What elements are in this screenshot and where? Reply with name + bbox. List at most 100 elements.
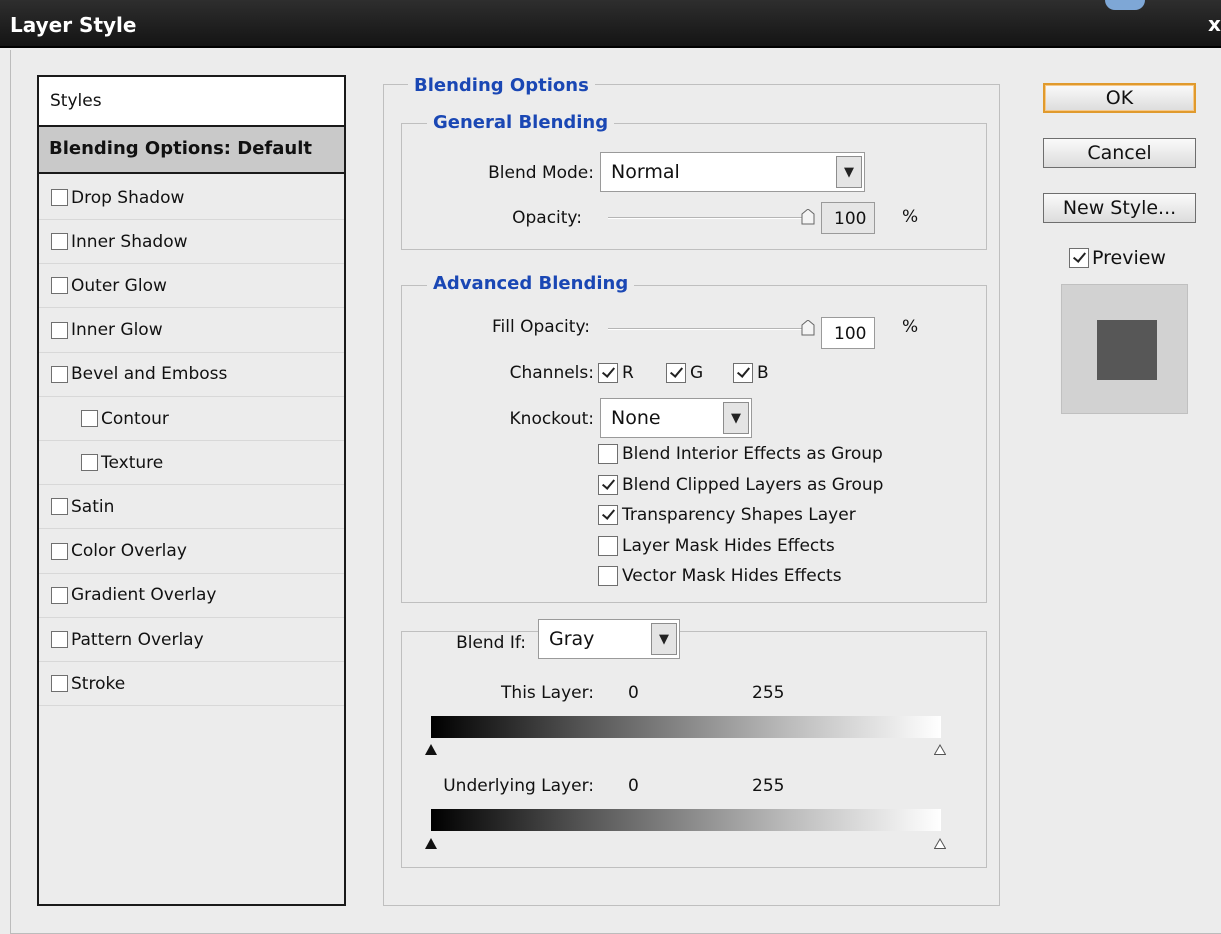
triangle-filled-icon[interactable]	[425, 740, 437, 755]
styles-item-satin[interactable]: Satin	[39, 485, 344, 530]
blend-if-label: Blend If:	[420, 633, 530, 653]
window-title: Layer Style	[10, 13, 137, 37]
styles-item-label: Color Overlay	[71, 541, 187, 562]
checkbox-icon[interactable]	[733, 363, 753, 383]
fill-opacity-input[interactable]: 100	[821, 317, 875, 349]
channel-b[interactable]: B	[733, 363, 769, 383]
checkbox-icon[interactable]	[666, 363, 686, 383]
styles-item-inner-glow[interactable]: Inner Glow	[39, 309, 344, 353]
styles-item-outer-glow[interactable]: Outer Glow	[39, 264, 344, 309]
slider-thumb-icon[interactable]	[801, 320, 815, 336]
blend-mode-value: Normal	[611, 161, 680, 183]
styles-item-stroke[interactable]: Stroke	[39, 662, 344, 707]
underlying-layer-high: 255	[752, 776, 785, 796]
styles-item-label: Pattern Overlay	[71, 629, 204, 650]
styles-item-label: Satin	[71, 496, 115, 517]
knockout-label: Knockout:	[509, 409, 594, 429]
styles-item-color-overlay[interactable]: Color Overlay	[39, 530, 344, 574]
close-button[interactable]: x	[1208, 12, 1221, 36]
styles-item-pattern-overlay[interactable]: Pattern Overlay	[39, 618, 344, 662]
opacity-unit: %	[902, 207, 919, 227]
option-label: Blend Clipped Layers as Group	[622, 474, 884, 495]
title-bar-corner-decoration	[1105, 0, 1145, 10]
styles-item-label: Drop Shadow	[71, 187, 185, 208]
styles-item-bevel-and-emboss[interactable]: Bevel and Emboss	[39, 353, 344, 397]
triangle-outline-icon[interactable]	[933, 834, 947, 849]
checkbox-icon[interactable]	[598, 566, 618, 586]
opacity-input[interactable]: 100	[821, 202, 875, 234]
checkbox-icon[interactable]	[51, 586, 68, 604]
this-layer-gradient[interactable]	[431, 716, 941, 738]
checkbox-icon[interactable]	[51, 189, 68, 206]
this-layer-low: 0	[628, 683, 639, 703]
styles-item-label: Texture	[101, 452, 164, 473]
checkbox-icon[interactable]	[598, 444, 618, 464]
underlying-layer-low: 0	[628, 776, 639, 796]
checkbox-icon[interactable]	[81, 410, 98, 427]
checkbox-icon[interactable]	[51, 675, 68, 693]
styles-item-texture[interactable]: Texture	[39, 441, 344, 486]
title-bar[interactable]: Layer Style x	[0, 0, 1221, 48]
styles-item-contour[interactable]: Contour	[39, 397, 344, 441]
checkbox-icon[interactable]	[51, 365, 68, 383]
checkbox-icon[interactable]	[51, 277, 68, 295]
option-blend-clipped-layers-as-group[interactable]: Blend Clipped Layers as Group	[598, 474, 884, 495]
chevron-down-icon[interactable]: ▼	[836, 156, 862, 188]
styles-item-label: Inner Shadow	[71, 231, 188, 252]
fill-opacity-slider-track[interactable]	[608, 328, 808, 330]
blend-mode-label: Blend Mode:	[488, 163, 594, 183]
triangle-filled-icon[interactable]	[425, 834, 437, 849]
slider-thumb-icon[interactable]	[801, 209, 815, 225]
ok-button[interactable]: OK	[1043, 83, 1196, 113]
knockout-select[interactable]: None ▼	[600, 398, 752, 438]
option-transparency-shapes-layer[interactable]: Transparency Shapes Layer	[598, 505, 856, 525]
checkbox-icon[interactable]	[598, 363, 618, 383]
chevron-down-icon[interactable]: ▼	[651, 623, 677, 655]
chevron-down-icon[interactable]: ▼	[723, 402, 749, 434]
styles-item-label: Outer Glow	[71, 275, 167, 296]
triangle-outline-icon[interactable]	[933, 740, 947, 755]
channel-g-label: G	[690, 363, 704, 383]
new-style-button[interactable]: New Style...	[1043, 193, 1196, 223]
styles-header[interactable]: Styles	[39, 77, 344, 127]
knockout-value: None	[611, 407, 661, 429]
checkbox-icon[interactable]	[1069, 248, 1089, 268]
underlying-layer-gradient[interactable]	[431, 809, 941, 831]
option-label: Blend Interior Effects as Group	[622, 444, 883, 464]
checkbox-icon[interactable]	[51, 233, 68, 251]
channel-g[interactable]: G	[666, 363, 703, 383]
blend-if-value: Gray	[549, 628, 595, 650]
blend-mode-select[interactable]: Normal ▼	[600, 152, 865, 192]
styles-item-label: Bevel and Emboss	[71, 364, 228, 385]
checkbox-icon[interactable]	[51, 542, 68, 560]
styles-item-blending-options[interactable]: Blending Options: Default	[39, 127, 344, 174]
preview-checkbox[interactable]: Preview	[1069, 247, 1166, 269]
option-vector-mask-hides-effects[interactable]: Vector Mask Hides Effects	[598, 566, 842, 586]
styles-item-drop-shadow[interactable]: Drop Shadow	[39, 176, 344, 220]
option-label: Vector Mask Hides Effects	[622, 566, 842, 586]
styles-item-label: Contour	[101, 408, 169, 429]
channel-r-label: R	[622, 363, 634, 383]
styles-item-gradient-overlay[interactable]: Gradient Overlay	[39, 574, 344, 618]
preview-label: Preview	[1092, 247, 1166, 269]
opacity-slider-track[interactable]	[608, 217, 808, 219]
styles-item-inner-shadow[interactable]: Inner Shadow	[39, 220, 344, 265]
this-layer-label: This Layer:	[501, 683, 594, 703]
opacity-label: Opacity:	[512, 208, 582, 228]
checkbox-icon[interactable]	[598, 505, 618, 525]
checkbox-icon[interactable]	[598, 535, 618, 556]
checkbox-icon[interactable]	[81, 454, 98, 472]
checkbox-icon[interactable]	[598, 474, 618, 495]
checkbox-icon[interactable]	[51, 631, 68, 648]
channel-r[interactable]: R	[598, 363, 634, 383]
advanced-blending-title: Advanced Blending	[427, 273, 635, 294]
preview-thumbnail	[1061, 284, 1188, 414]
checkbox-icon[interactable]	[51, 498, 68, 516]
checkbox-icon[interactable]	[51, 321, 68, 339]
blend-if-select[interactable]: Gray ▼	[538, 619, 680, 659]
option-layer-mask-hides-effects[interactable]: Layer Mask Hides Effects	[598, 535, 835, 556]
underlying-layer-label: Underlying Layer:	[443, 776, 594, 796]
cancel-button[interactable]: Cancel	[1043, 138, 1196, 168]
general-blending-title: General Blending	[427, 112, 615, 133]
option-blend-interior-effects-as-group[interactable]: Blend Interior Effects as Group	[598, 444, 883, 464]
